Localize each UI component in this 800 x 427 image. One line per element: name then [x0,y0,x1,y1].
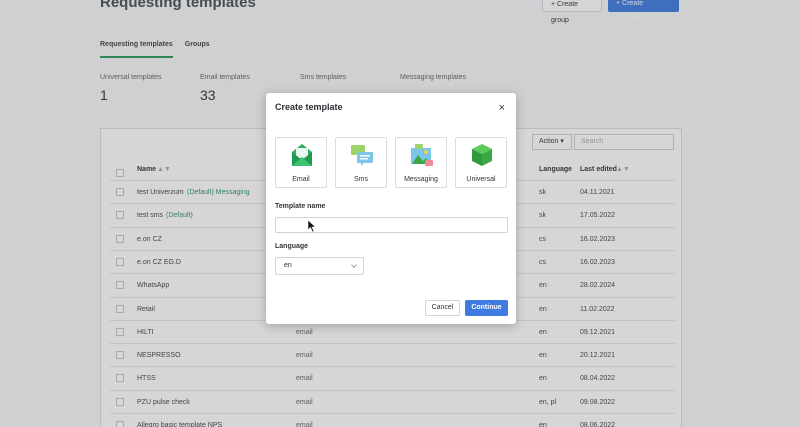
language-label: Language [275,243,309,250]
chat-bubbles-icon [351,145,373,166]
close-icon[interactable]: × [499,102,505,114]
language-select[interactable]: en [275,257,364,275]
type-option-universal[interactable]: Universal [455,137,507,188]
type-option-email[interactable]: Email [275,137,327,188]
cancel-button[interactable]: Cancel [425,300,460,316]
template-type-options: Email Sms Messaging Universal [275,137,507,188]
continue-button[interactable]: Continue [465,300,508,316]
cube-icon [472,144,492,166]
mouse-cursor-icon [307,219,317,233]
modal-title: Create template [275,102,343,112]
template-name-label: Template name [275,203,326,210]
type-option-sms[interactable]: Sms [335,137,387,188]
envelope-icon [292,144,312,166]
chevron-down-icon [351,264,357,269]
create-template-modal: Create template × Email Sms Messaging Un… [266,93,516,324]
language-select-value: en [284,262,292,269]
messaging-image-icon [411,144,433,166]
type-option-messaging[interactable]: Messaging [395,137,447,188]
